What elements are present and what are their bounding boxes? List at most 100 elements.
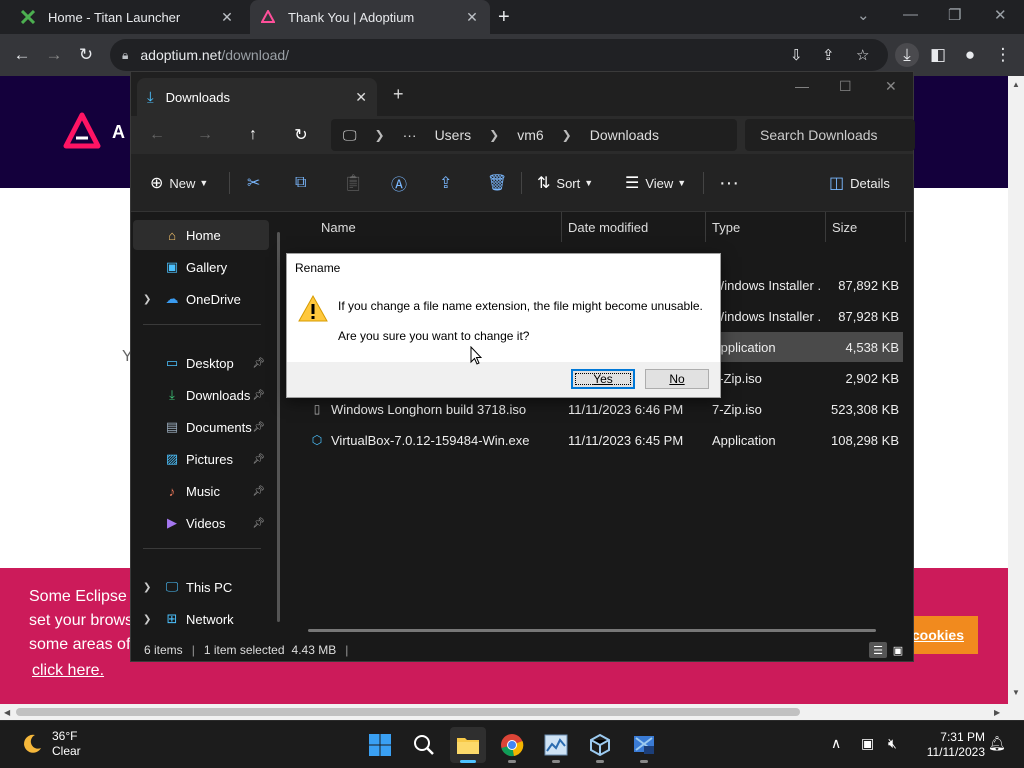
rename-button[interactable]: Ⓐ <box>391 154 413 212</box>
notifications-bell-icon[interactable]: 🔔︎ <box>988 735 1006 752</box>
more-options-icon[interactable]: ··· <box>719 154 739 212</box>
view-button[interactable]: ☰ View ▼ <box>625 154 686 212</box>
pin-icon: 📌︎ <box>252 389 265 401</box>
page-horizontal-scrollbar[interactable]: ◀ ▶ <box>0 704 1024 720</box>
close-window-icon[interactable]: ✕ <box>994 6 1007 24</box>
forward-arrow-icon[interactable]: → <box>43 44 65 66</box>
sidebar-item-this-pc[interactable]: ❯ 🖵︎ This PC <box>133 572 269 602</box>
close-tab-icon[interactable]: ✕ <box>464 9 480 26</box>
details-view-icon[interactable]: ☰ <box>869 642 887 658</box>
expand-chevron-icon[interactable]: ❯ <box>143 582 151 593</box>
new-button[interactable]: ⊕ New ▼ <box>150 154 208 212</box>
paste-button[interactable]: 📋︎ <box>343 154 369 212</box>
browser-tab-adoptium[interactable]: Thank You | Adoptium ✕ <box>250 0 490 34</box>
volume-muted-icon[interactable]: 🔇︎ <box>888 735 897 752</box>
column-header-name[interactable]: Name <box>315 212 562 242</box>
taskbar-chrome[interactable] <box>494 727 530 763</box>
chevron-down-icon: ▼ <box>584 178 594 188</box>
profile-icon[interactable]: ● <box>959 44 981 66</box>
moon-icon <box>24 734 41 753</box>
sort-button[interactable]: ⇅ Sort ▼ <box>537 154 593 212</box>
browser-tab-titan[interactable]: Home - Titan Launcher ✕ <box>10 0 245 34</box>
sidebar-item-videos[interactable]: ▶ Videos 📌︎ <box>133 508 269 538</box>
sidebar-item-label: Pictures <box>186 451 233 467</box>
close-tab-icon[interactable]: ✕ <box>219 9 235 26</box>
yes-button[interactable]: Yes <box>571 369 635 389</box>
install-app-icon[interactable]: ⇩ <box>790 39 803 71</box>
sidebar-item-documents[interactable]: ▤ Documents 📌︎ <box>133 412 269 442</box>
scroll-up-icon[interactable]: ▲ <box>1012 80 1020 89</box>
breadcrumb-item[interactable]: Users <box>435 127 472 143</box>
start-button[interactable] <box>362 727 398 763</box>
taskbar-virtualbox[interactable] <box>582 727 618 763</box>
more-locations-icon[interactable]: ··· <box>403 127 417 143</box>
tiles-view-icon[interactable]: ▣ <box>889 642 907 658</box>
details-button[interactable]: ◫ Details <box>829 154 890 212</box>
bookmark-star-icon[interactable]: ☆ <box>856 39 869 71</box>
sidebar-item-gallery[interactable]: ▣ Gallery <box>133 252 269 282</box>
system-clock[interactable]: 7:31 PM 11/11/2023 <box>915 730 985 760</box>
forward-arrow-icon[interactable]: → <box>194 124 216 146</box>
sidebar-item-network[interactable]: ❯ ⊞ Network <box>133 604 269 634</box>
taskbar-file-explorer[interactable] <box>450 727 486 763</box>
share-icon[interactable]: ⇪ <box>822 39 835 71</box>
iso-file-icon: ▯ <box>313 402 321 416</box>
sidebar-item-downloads[interactable]: ⤓ Downloads 📌︎ <box>133 380 269 410</box>
taskbar-search-button[interactable] <box>406 727 442 763</box>
expand-chevron-icon[interactable]: ❯ <box>143 614 151 625</box>
taskbar-vm-xp[interactable] <box>626 727 662 763</box>
cookie-policy-link[interactable]: click here. <box>32 662 104 680</box>
clock-date: 11/11/2023 <box>926 745 985 759</box>
close-tab-icon[interactable]: ✕ <box>355 89 367 106</box>
explorer-tab[interactable]: ⤓ Downloads ✕ <box>137 78 377 116</box>
sidebar-item-home[interactable]: ⌂ Home <box>133 220 269 250</box>
delete-button[interactable]: 🗑︎ <box>487 154 513 212</box>
close-window-icon[interactable]: ✕ <box>885 78 897 95</box>
page-vertical-scrollbar[interactable]: ▲ ▼ <box>1008 76 1024 704</box>
cut-button[interactable]: ✂ <box>247 154 266 212</box>
minimize-icon[interactable]: — <box>903 6 918 23</box>
scroll-left-icon[interactable]: ◀ <box>4 708 10 717</box>
scroll-right-icon[interactable]: ▶ <box>994 708 1000 717</box>
sidebar-item-pictures[interactable]: ▨ Pictures 📌︎ <box>133 444 269 474</box>
side-panel-icon[interactable]: ◧ <box>927 44 949 66</box>
column-header-type[interactable]: Type <box>706 212 826 242</box>
restore-icon[interactable]: ❐ <box>948 6 961 24</box>
explorer-address-bar[interactable]: 🖵︎ ❯ ··· Users ❯ vm6 ❯ Downloads <box>331 119 737 151</box>
share-button[interactable]: ⇪ <box>439 154 458 212</box>
sidebar-scrollbar[interactable] <box>277 232 280 622</box>
back-arrow-icon[interactable]: ← <box>11 44 33 66</box>
scroll-down-icon[interactable]: ▼ <box>1012 688 1020 697</box>
column-header-date[interactable]: Date modified <box>562 212 706 242</box>
expand-chevron-icon[interactable]: ❯ <box>143 294 151 305</box>
sidebar-item-onedrive[interactable]: ❯ ☁ OneDrive <box>133 284 269 314</box>
no-button[interactable]: No <box>645 369 709 389</box>
file-row[interactable]: ⬡ VirtualBox-7.0.12-159484-Win.exe 11/11… <box>289 425 903 455</box>
weather-widget[interactable]: 36°F Clear <box>20 729 81 759</box>
new-tab-plus-icon[interactable]: + <box>498 6 510 29</box>
maximize-icon[interactable]: ☐ <box>839 78 852 95</box>
taskbar-task-manager[interactable] <box>538 727 574 763</box>
back-arrow-icon[interactable]: ← <box>146 124 168 146</box>
tab-search-chevron-icon[interactable]: ⌄ <box>857 6 870 24</box>
up-arrow-icon[interactable]: ↑ <box>242 124 264 146</box>
new-tab-plus-icon[interactable]: + <box>393 84 404 105</box>
address-bar[interactable]: 🔒︎ adoptium.net/download/ ⇩ ⇪ ☆ <box>110 39 888 71</box>
menu-kebab-icon[interactable]: ⋮ <box>992 44 1014 66</box>
tray-app-icon[interactable]: ▣ <box>861 735 874 752</box>
scrollbar-thumb[interactable] <box>16 708 800 716</box>
downloads-icon[interactable]: ⤓ <box>895 43 919 67</box>
sidebar-item-music[interactable]: ♪ Music 📌︎ <box>133 476 269 506</box>
minimize-icon[interactable]: — <box>795 78 809 94</box>
show-hidden-icons-chevron-icon[interactable]: ∧ <box>831 735 841 752</box>
column-header-size[interactable]: Size <box>826 212 906 242</box>
reload-icon[interactable]: ↻ <box>75 44 97 66</box>
breadcrumb-item[interactable]: Downloads <box>590 127 659 143</box>
file-row[interactable]: ▯ Windows Longhorn build 3718.iso 11/11/… <box>289 394 903 424</box>
copy-button[interactable]: ⧉ <box>295 154 312 212</box>
sidebar-item-desktop[interactable]: ▭ Desktop 📌︎ <box>133 348 269 378</box>
file-list-horizontal-scrollbar[interactable] <box>308 629 876 632</box>
explorer-search-input[interactable]: Search Downloads <box>745 119 915 151</box>
breadcrumb-item[interactable]: vm6 <box>517 127 543 143</box>
refresh-icon[interactable]: ↻ <box>290 124 312 146</box>
